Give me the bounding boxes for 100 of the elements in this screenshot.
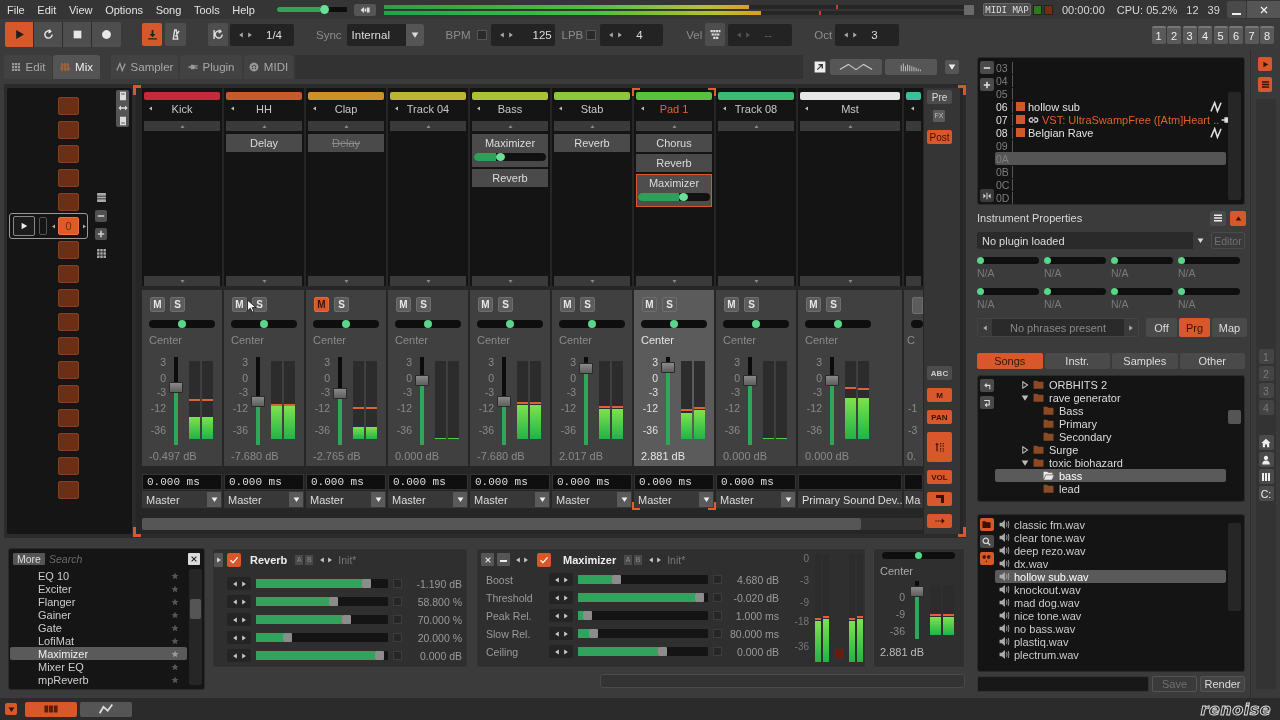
strip-toggle-button[interactable]: [927, 492, 952, 506]
post-button[interactable]: Post: [927, 130, 952, 144]
checkbox[interactable]: [586, 29, 597, 40]
vertical-scrollbar[interactable]: [189, 569, 202, 685]
folder-item[interactable]: bass: [995, 469, 1226, 482]
checkbox[interactable]: [476, 29, 487, 40]
parameter-slider[interactable]: [578, 629, 708, 638]
macro-slider[interactable]: [1178, 257, 1240, 264]
transport-button[interactable]: [92, 22, 121, 47]
output-dropdown[interactable]: Master: [716, 491, 796, 508]
view-toggle-button[interactable]: [80, 701, 132, 717]
strip-toggle-button[interactable]: [927, 432, 952, 462]
folder-item[interactable]: Surge: [995, 443, 1226, 456]
solo-button[interactable]: S: [170, 297, 185, 312]
phrase-mode-button[interactable]: Prg: [1179, 318, 1210, 337]
pan-slider[interactable]: [559, 320, 625, 328]
step-buttons[interactable]: [549, 573, 573, 586]
delay-field[interactable]: 0.000 ms: [142, 474, 222, 490]
track-name[interactable]: Bass: [497, 102, 523, 115]
track-number-button[interactable]: 8: [1260, 25, 1274, 44]
folder-item[interactable]: lead: [995, 482, 1226, 495]
minimize-button[interactable]: [1227, 1, 1246, 18]
pan-slider[interactable]: [313, 320, 379, 328]
fader-handle[interactable]: [910, 585, 924, 597]
parameter-slider[interactable]: [578, 611, 708, 620]
fader-handle[interactable]: [169, 381, 183, 393]
parameter-slider[interactable]: [578, 647, 708, 656]
master-volume-slider[interactable]: [277, 5, 347, 14]
expand-button[interactable]: [214, 552, 223, 567]
browser-tab[interactable]: Other: [1179, 353, 1245, 369]
macro-slider[interactable]: [1044, 257, 1106, 264]
parameter-slider[interactable]: [256, 633, 388, 642]
effect-device[interactable]: Reverb: [636, 154, 712, 172]
output-dropdown[interactable]: Master: [470, 491, 550, 508]
menu-button[interactable]: [1210, 210, 1226, 226]
close-button[interactable]: [1247, 1, 1280, 18]
slider-handle[interactable]: [588, 629, 598, 638]
fader-handle[interactable]: [743, 375, 757, 387]
output-device-field[interactable]: Primary Sound Dev..: [798, 491, 902, 508]
mute-button[interactable]: M: [478, 297, 493, 312]
lpb-field[interactable]: 4: [600, 23, 664, 46]
effect-device[interactable]: Maximizer: [472, 134, 548, 167]
track-number-button[interactable]: 5: [1213, 25, 1228, 44]
right-arrow-icon[interactable]: [523, 556, 529, 563]
slider-handle[interactable]: [914, 552, 922, 559]
effect-list-item[interactable]: Gate: [10, 621, 187, 634]
delay-field[interactable]: 0.000 ms: [224, 474, 304, 490]
sample-list-item[interactable]: nice tone.wav: [995, 609, 1226, 622]
search-field[interactable]: Search: [49, 553, 184, 565]
mute-button[interactable]: M: [806, 297, 821, 312]
step-buttons[interactable]: [549, 609, 573, 622]
left-arrow-icon[interactable]: [238, 31, 244, 38]
right-arrow-icon[interactable]: [507, 31, 514, 38]
resize-button[interactable]: [979, 189, 994, 202]
scrollbar-thumb[interactable]: [190, 599, 201, 619]
parameter-slider[interactable]: [578, 575, 708, 584]
track-name[interactable]: Track 04: [406, 102, 450, 115]
instrument-row[interactable]: 0D: [995, 191, 1226, 204]
view-toggle-button[interactable]: [25, 701, 77, 717]
fader-handle[interactable]: [333, 387, 347, 399]
track-name[interactable]: Clap: [334, 102, 358, 115]
browser-tab[interactable]: Songs: [977, 353, 1043, 369]
slider-handle[interactable]: [178, 320, 186, 328]
mute-button[interactable]: M: [396, 297, 411, 312]
output-dropdown[interactable]: Master: [634, 491, 714, 508]
instrument-row[interactable]: 03: [995, 61, 1226, 74]
pan-slider[interactable]: [882, 552, 955, 559]
block-loop-button[interactable]: [208, 23, 228, 46]
velocity-button[interactable]: [705, 23, 726, 46]
dropdown-button[interactable]: [5, 703, 17, 715]
left-arrow-icon[interactable]: [230, 106, 235, 111]
left-arrow-icon[interactable]: [394, 106, 399, 111]
view-tab[interactable]: Mix: [53, 55, 100, 79]
effect-list-item[interactable]: Exciter: [10, 582, 187, 595]
view-tab[interactable]: Edit: [4, 55, 52, 79]
track-number-button[interactable]: 6: [1229, 25, 1243, 44]
pan-slider[interactable]: [231, 320, 297, 328]
slider-handle[interactable]: [977, 257, 984, 264]
track-name[interactable]: Kick: [171, 102, 193, 115]
folder-item[interactable]: toxic biohazard: [995, 456, 1226, 469]
view-tab[interactable]: MIDI: [244, 55, 293, 79]
wildcard-button[interactable]: [979, 552, 994, 565]
step-buttons[interactable]: [227, 595, 251, 608]
step-buttons[interactable]: [227, 649, 251, 662]
sample-list-item[interactable]: mad dog.wav: [995, 596, 1226, 609]
page-icon[interactable]: [117, 91, 128, 102]
macro-slider[interactable]: [977, 257, 1039, 264]
left-arrow-icon[interactable]: [608, 31, 615, 38]
solo-button[interactable]: S: [334, 297, 349, 312]
sample-list-item[interactable]: no bass.wav: [995, 622, 1226, 635]
star-icon[interactable]: [171, 675, 179, 684]
right-arrow-icon[interactable]: [852, 31, 859, 38]
sync-dropdown[interactable]: Internal: [346, 23, 424, 46]
left-arrow-icon[interactable]: [312, 106, 317, 111]
folder-item[interactable]: rave generator: [995, 391, 1226, 404]
slider-handle[interactable]: [342, 320, 350, 328]
output-dropdown[interactable]: Master: [552, 491, 632, 508]
home-button[interactable]: [1258, 435, 1274, 450]
instrument-row[interactable]: 0B: [995, 165, 1226, 178]
track-number-button[interactable]: 2: [1167, 25, 1181, 44]
